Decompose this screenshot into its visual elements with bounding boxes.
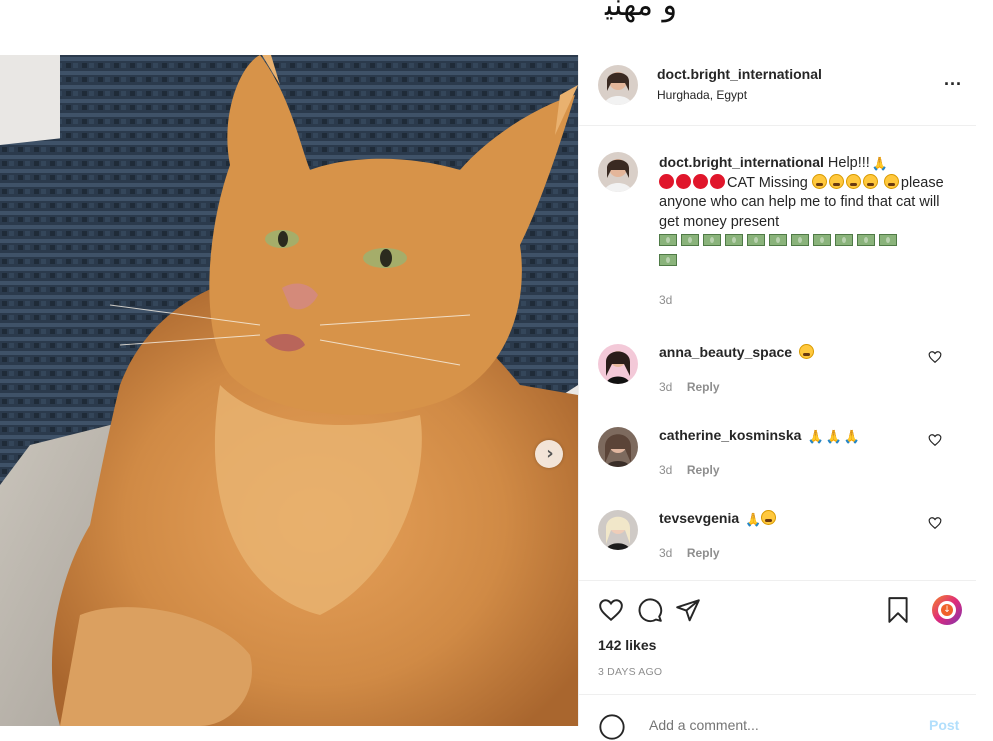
weary-face-icon xyxy=(862,173,878,189)
post-header: doct.bright_international Hurghada, Egyp… xyxy=(579,55,976,126)
pray-emoji-icon: 🙏 xyxy=(807,429,824,444)
weary-face-icon xyxy=(811,173,827,189)
commenter-avatar[interactable] xyxy=(598,427,638,467)
pray-emoji-icon: 🙏 xyxy=(843,429,860,444)
commenter-avatar[interactable] xyxy=(598,510,638,550)
money-icon xyxy=(813,234,831,246)
cat-image xyxy=(0,55,578,726)
download-badge-icon[interactable]: ↓ xyxy=(932,595,962,625)
commenter-username[interactable]: catherine_kosminska xyxy=(659,427,801,443)
money-icon xyxy=(769,234,787,246)
arabic-text-fragment: ﻭ ﻣﻬﻨﻴ xyxy=(605,0,678,23)
pray-emoji-icon: 🙏 xyxy=(745,512,762,527)
post-comment-button[interactable]: Post xyxy=(929,717,959,733)
post-photo[interactable]: › xyxy=(0,55,578,726)
heart-icon[interactable] xyxy=(928,433,942,447)
reply-button[interactable]: Reply xyxy=(687,546,720,560)
money-icon xyxy=(681,234,699,246)
caption-time[interactable]: 3d xyxy=(659,293,672,307)
reply-button[interactable]: Reply xyxy=(687,380,720,394)
comment-text: catherine_kosminska 🙏 🙏 🙏 xyxy=(659,427,860,445)
sad-face-icon xyxy=(761,510,777,525)
comment-time[interactable]: 3d xyxy=(659,380,672,394)
red-circle-icon xyxy=(676,173,691,189)
post-location[interactable]: Hurghada, Egypt xyxy=(657,88,747,102)
heart-icon[interactable] xyxy=(928,516,942,530)
comment-time[interactable]: 3d xyxy=(659,463,672,477)
weary-face-icon xyxy=(845,173,861,189)
more-icon[interactable]: ... xyxy=(944,69,962,90)
commenter-avatar[interactable] xyxy=(598,344,638,384)
money-icon xyxy=(725,234,743,246)
caption-username[interactable]: doct.bright_international xyxy=(659,154,824,170)
caption-author-avatar[interactable] xyxy=(598,152,638,192)
commenter-username[interactable]: anna_beauty_space xyxy=(659,344,792,360)
commenter-username[interactable]: tevsevgenia xyxy=(659,510,739,526)
add-comment-input[interactable] xyxy=(649,717,909,733)
add-comment-bar: Post xyxy=(579,694,976,740)
next-arrow-icon: › xyxy=(546,443,554,464)
share-icon[interactable] xyxy=(675,597,701,623)
sad-face-icon xyxy=(799,344,815,359)
money-icon xyxy=(659,253,677,266)
comment-meta: 3d Reply xyxy=(659,378,720,396)
bookmark-icon[interactable] xyxy=(885,596,911,624)
likes-count[interactable]: 142 likes xyxy=(598,637,656,653)
author-avatar[interactable] xyxy=(598,65,638,105)
red-circle-icon xyxy=(693,173,708,189)
money-icon xyxy=(879,234,897,246)
cat-missing-text: CAT Missing xyxy=(727,174,808,191)
money-icon xyxy=(857,234,875,246)
post-caption: doct.bright_international Help!!! 🙏 CAT M… xyxy=(659,153,959,311)
comment-icon[interactable] xyxy=(637,597,663,623)
red-circle-icon xyxy=(710,173,725,189)
money-icon xyxy=(835,234,853,246)
money-icon xyxy=(791,234,809,246)
comment-meta: 3d Reply xyxy=(659,544,720,562)
caption-line1: Help!!! xyxy=(827,155,870,171)
money-icon xyxy=(703,234,721,246)
next-photo-button[interactable]: › xyxy=(535,440,563,468)
weary-face-icon xyxy=(883,173,899,189)
browser-top-strip: ﻭ ﻣﻬﻨﻴ xyxy=(0,0,993,55)
heart-icon[interactable] xyxy=(928,350,942,364)
weary-face-icon xyxy=(828,173,844,189)
pray-emoji-icon: 🙏 xyxy=(871,156,889,171)
comment-meta: 3d Reply xyxy=(659,461,720,479)
post-time[interactable]: 3 DAYS AGO xyxy=(598,666,662,678)
reply-button[interactable]: Reply xyxy=(687,463,720,477)
pray-emoji-icon: 🙏 xyxy=(825,429,842,444)
money-icon xyxy=(747,234,765,246)
emoji-icon[interactable] xyxy=(598,713,626,741)
comment-time[interactable]: 3d xyxy=(659,546,672,560)
post-side-panel: doct.bright_international Hurghada, Egyp… xyxy=(578,55,976,740)
red-circle-icon xyxy=(659,173,674,189)
comment-text: anna_beauty_space xyxy=(659,344,816,361)
like-heart-icon[interactable] xyxy=(598,597,624,623)
comment-text: tevsevgenia 🙏 xyxy=(659,510,778,528)
money-icon xyxy=(659,234,677,246)
author-username[interactable]: doct.bright_international xyxy=(657,66,822,82)
